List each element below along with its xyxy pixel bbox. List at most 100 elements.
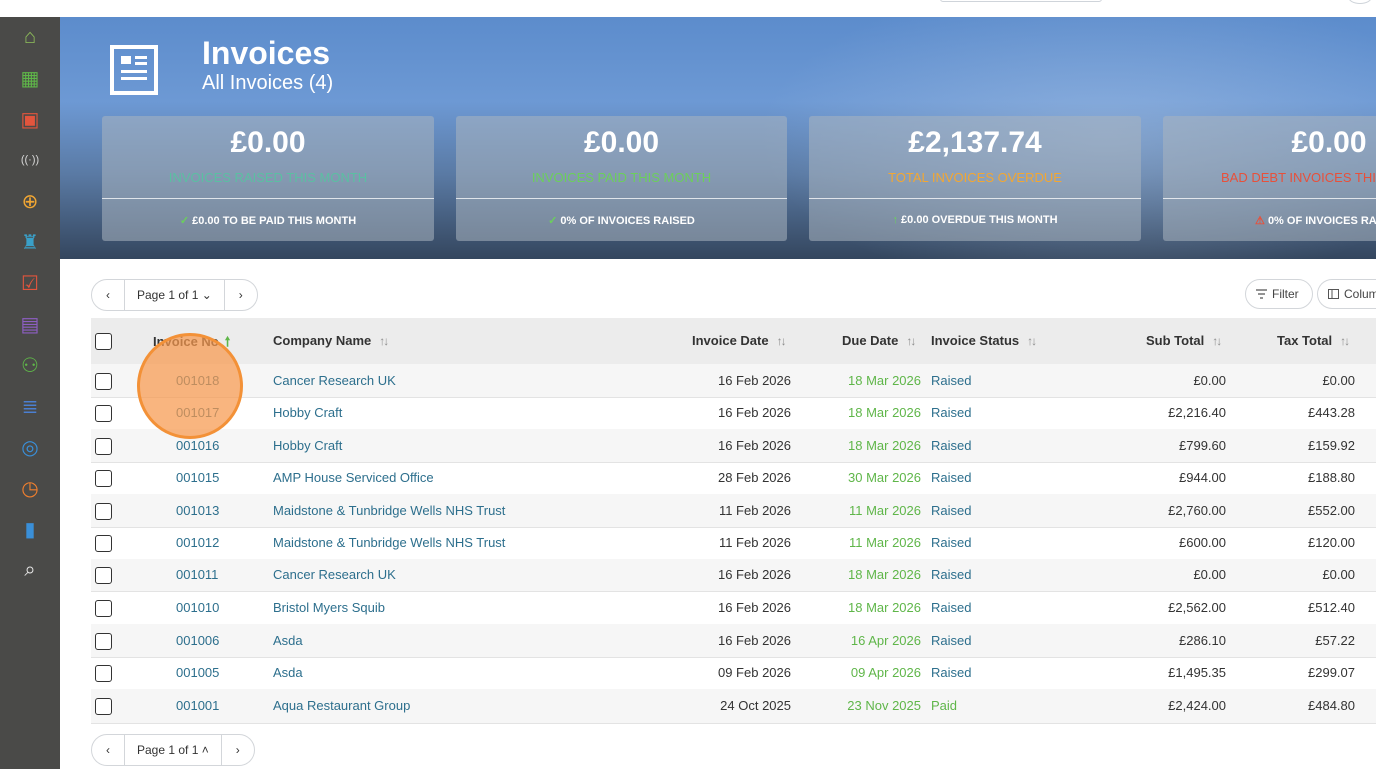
prev-page-button[interactable]: ‹	[92, 743, 124, 757]
row-checkbox[interactable]	[95, 633, 112, 650]
table-row[interactable]: 001015 AMP House Serviced Office 28 Feb 20…	[91, 462, 1376, 495]
logo	[22, 0, 50, 6]
company-name-link[interactable]: AMP House Serviced Office	[273, 470, 434, 485]
global-search-input[interactable]	[940, 0, 1102, 2]
invoice-number-link[interactable]: 001011	[176, 567, 218, 582]
due-date: 23 Nov 2025	[847, 698, 921, 713]
company-name-link[interactable]: Aqua Restaurant Group	[273, 698, 410, 713]
coins-icon[interactable]: ◎	[17, 434, 43, 460]
row-checkbox[interactable]	[95, 503, 112, 520]
clock-icon[interactable]: ◷	[17, 475, 43, 501]
table-row[interactable]: 001013 Maidstone & Tunbridge Wells NHS Tr…	[91, 494, 1376, 528]
invoice-number-link[interactable]: 001012	[176, 535, 219, 550]
company-name-link[interactable]: Asda	[273, 633, 303, 648]
sort-icon: ↑↓	[776, 334, 787, 348]
user-avatar[interactable]	[1348, 0, 1372, 4]
table-row[interactable]: 001010 Bristol Myers Squib 16 Feb 2026 18 M…	[91, 591, 1376, 625]
stat-card-paid: £0.00 INVOICES PAID THIS MONTH ✓ 0% OF I…	[456, 116, 787, 241]
row-checkbox[interactable]	[95, 600, 112, 617]
invoice-number-link[interactable]: 001013	[176, 503, 219, 518]
next-page-button[interactable]: ›	[225, 288, 257, 302]
bar-chart-icon[interactable]: ▮	[17, 516, 43, 542]
invoice-number-link[interactable]: 001016	[176, 438, 219, 453]
stat-footer-text: 0% OF INVOICES RAISED	[560, 215, 695, 227]
column-header-company[interactable]: Company Name ↑↓	[273, 333, 389, 348]
company-name-link[interactable]: Maidstone & Tunbridge Wells NHS Trust	[273, 503, 505, 518]
due-date: 09 Apr 2026	[850, 665, 921, 680]
invoice-date: 16 Feb 2026	[717, 373, 791, 388]
divider	[809, 198, 1141, 199]
sub-total: £944.00	[1179, 470, 1226, 485]
row-checkbox[interactable]	[95, 698, 112, 715]
table-row[interactable]: 001017Hobby Craft16 Feb 202618 Mar 2026R…	[91, 397, 1376, 430]
table-row[interactable]: 001012 Maidstone & Tunbridge Wells NHS Tr…	[91, 527, 1376, 560]
stat-footer: ✓ £0.00 TO BE PAID THIS MONTH	[102, 214, 434, 227]
company-name-link[interactable]: Maidstone & Tunbridge Wells NHS Trust	[273, 535, 505, 550]
invoice-number-link[interactable]: 001010	[176, 600, 219, 615]
page-select[interactable]: Page 1 of 1 ˄	[124, 735, 222, 765]
row-checkbox[interactable]	[95, 535, 112, 552]
users-icon[interactable]: ⚇	[17, 352, 43, 378]
table-row[interactable]: 001005 Asda 09 Feb 2026 09 Apr 2026 Raised £1…	[91, 657, 1376, 690]
company-name-link[interactable]: Cancer Research UK	[273, 567, 396, 582]
column-header-due-date[interactable]: Due Date ↑↓	[842, 333, 916, 348]
invoice-doc-icon[interactable]: ≣	[17, 393, 43, 419]
home-icon[interactable]: ⌂	[17, 24, 43, 50]
arrow-up-icon: ↑	[892, 214, 898, 226]
click-highlight-marker	[137, 333, 243, 439]
column-header-sub-total[interactable]: Sub Total ↑↓	[1146, 333, 1222, 348]
invoice-number-link[interactable]: 001005	[176, 665, 219, 680]
invoice-number-link[interactable]: 001001	[176, 698, 219, 713]
column-header-tax-total[interactable]: Tax Total ↑↓	[1277, 333, 1350, 348]
stat-footer: ↑ £0.00 OVERDUE THIS MONTH	[809, 214, 1141, 226]
columns-button[interactable]: Colum	[1317, 279, 1376, 309]
trophy-icon[interactable]: ♜	[17, 229, 43, 255]
row-checkbox[interactable]	[95, 373, 112, 390]
filter-button[interactable]: Filter	[1245, 279, 1313, 309]
company-name-link[interactable]: Asda	[273, 665, 303, 680]
company-name-link[interactable]: Bristol Myers Squib	[273, 600, 385, 615]
stat-amount: £0.00	[583, 126, 660, 159]
table-row[interactable]: 001018Cancer Research UK16 Feb 202618 Ma…	[91, 364, 1376, 398]
company-name-link[interactable]: Hobby Craft	[273, 438, 342, 453]
invoice-number-link[interactable]: 001006	[176, 633, 219, 648]
invoice-date: 24 Oct 2025	[720, 698, 791, 713]
checkbox-icon[interactable]: ☑	[17, 270, 43, 296]
invoice-number-link[interactable]: 001015	[176, 470, 219, 485]
due-date: 16 Apr 2026	[850, 633, 921, 648]
table-row[interactable]: 001011 Cancer Research UK 16 Feb 2026 18 Ma…	[91, 559, 1376, 592]
row-checkbox[interactable]	[95, 438, 112, 455]
broadcast-icon[interactable]: ((·))	[17, 147, 43, 173]
briefcase-icon[interactable]: ▤	[17, 311, 43, 337]
filter-icon	[1256, 289, 1267, 299]
page-select[interactable]: Page 1 of 1 ⌄	[124, 280, 225, 310]
company-name-link[interactable]: Hobby Craft	[273, 405, 342, 420]
row-checkbox[interactable]	[95, 405, 112, 422]
row-checkbox[interactable]	[95, 470, 112, 487]
stat-label: BAD DEBT INVOICES THIS	[1221, 170, 1376, 185]
warning-icon: ⚠	[1255, 215, 1265, 227]
building-icon[interactable]: ▦	[17, 65, 43, 91]
sub-total: £0.00	[1193, 373, 1226, 388]
top-bar	[0, 0, 1376, 18]
table-row[interactable]: 001001 Aqua Restaurant Group 24 Oct 2025 23…	[91, 689, 1376, 724]
stat-footer-text: £0.00 TO BE PAID THIS MONTH	[192, 215, 357, 227]
sub-total: £2,760.00	[1168, 503, 1226, 518]
target-icon[interactable]: ⊕	[17, 188, 43, 214]
column-header-invoice-date[interactable]: Invoice Date ↑↓	[692, 333, 787, 348]
row-checkbox[interactable]	[95, 567, 112, 584]
contact-card-icon[interactable]: ▣	[17, 106, 43, 132]
table-row[interactable]: 001016 Hobby Craft 16 Feb 2026 18 Mar 2026 R…	[91, 429, 1376, 463]
company-name-link[interactable]: Cancer Research UK	[273, 373, 396, 388]
search-icon[interactable]: ⌕	[17, 557, 43, 583]
column-label: Company Name	[273, 333, 372, 348]
invoice-date: 28 Feb 2026	[717, 470, 791, 485]
table-row[interactable]: 001006 Asda 16 Feb 2026 16 Apr 2026 Raised £2…	[91, 624, 1376, 658]
column-header-status[interactable]: Invoice Status ↑↓	[931, 333, 1037, 348]
columns-label: Colum	[1344, 287, 1376, 301]
row-checkbox[interactable]	[95, 665, 112, 682]
tax-total: £552.00	[1308, 503, 1355, 518]
select-all-checkbox[interactable]	[95, 333, 112, 350]
prev-page-button[interactable]: ‹	[92, 288, 124, 302]
next-page-button[interactable]: ›	[222, 743, 254, 757]
